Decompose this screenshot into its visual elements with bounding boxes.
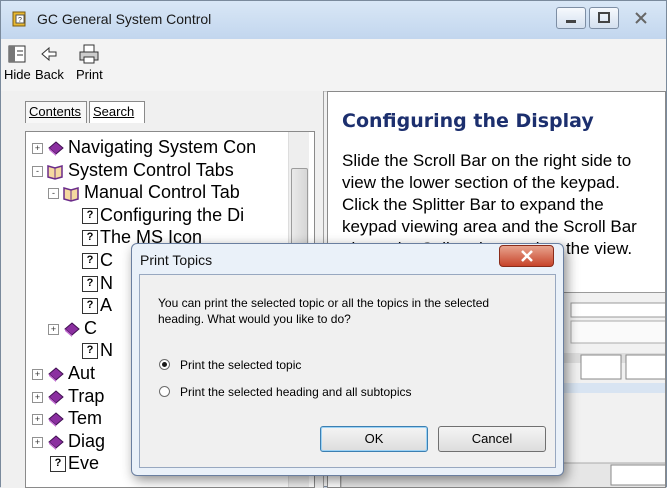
tree-item-label[interactable]: Manual Control Tab — [84, 181, 240, 203]
window-title: GC General System Control — [37, 11, 212, 27]
minimize-icon — [566, 20, 576, 23]
dialog-message: You can print the selected topic or all … — [158, 296, 490, 326]
tab-search[interactable]: Search — [89, 101, 145, 123]
back-button[interactable]: Back — [35, 43, 64, 82]
printer-icon — [79, 44, 99, 64]
back-arrow-icon — [41, 46, 57, 62]
closed-book-icon — [48, 412, 64, 428]
help-topic-icon: ? — [82, 275, 98, 292]
help-topic-icon: ? — [82, 230, 98, 247]
title-bar: ? GC General System Control — [1, 1, 666, 39]
tree-item-label[interactable]: Aut — [68, 362, 95, 384]
closed-book-icon — [64, 322, 80, 337]
print-topics-dialog: Print Topics You can print the selected … — [131, 243, 564, 476]
tree-expander[interactable]: + — [32, 369, 43, 380]
ok-button[interactable]: OK — [320, 426, 428, 452]
help-topic-icon: ? — [82, 343, 98, 360]
tree-expander[interactable]: + — [32, 391, 43, 403]
tree-item-label[interactable]: C — [100, 249, 113, 271]
tree-expander[interactable]: - — [32, 165, 43, 177]
cancel-button[interactable]: Cancel — [438, 426, 546, 452]
svg-text:?: ? — [18, 17, 22, 24]
hide-label: Hide — [4, 67, 31, 82]
hide-button[interactable]: Hide — [4, 43, 31, 82]
tree-expander[interactable]: + — [32, 414, 43, 426]
radio-label-topic: Print the selected topic — [180, 358, 302, 372]
tree-item-label[interactable]: Diag — [68, 430, 105, 452]
radio-label-heading: Print the selected heading and all subto… — [180, 385, 412, 399]
maximize-button[interactable] — [589, 7, 619, 29]
dialog-content: You can print the selected topic or all … — [139, 274, 556, 468]
tree-item-label[interactable]: N — [100, 272, 113, 294]
tree-item-label[interactable]: A — [100, 294, 112, 316]
tree-item-label[interactable]: Tem — [68, 407, 102, 429]
hide-pane-icon — [8, 45, 26, 63]
topic-title: Configuring the Display — [342, 110, 594, 132]
close-icon — [635, 12, 647, 24]
tree-item-label[interactable]: Eve — [68, 452, 99, 474]
radio-dot-selected — [159, 359, 170, 370]
radio-dot — [159, 386, 170, 397]
tab-contents[interactable]: Contents — [25, 101, 87, 123]
tree-expander[interactable]: + — [32, 143, 43, 154]
close-button[interactable] — [622, 7, 660, 29]
open-book-icon — [47, 164, 63, 180]
tree-item-label[interactable]: Trap — [68, 385, 104, 407]
print-button[interactable]: Print — [76, 43, 103, 82]
close-icon — [520, 250, 533, 262]
help-topic-icon: ? — [82, 253, 98, 269]
tree-item-label[interactable]: N — [100, 339, 113, 361]
tree-item-label[interactable]: System Control Tabs — [68, 159, 234, 181]
tree-expander[interactable]: + — [32, 436, 43, 448]
closed-book-icon — [48, 141, 64, 156]
help-topic-icon: ? — [82, 207, 98, 224]
tree-expander[interactable]: - — [48, 188, 59, 200]
closed-book-icon — [48, 389, 64, 405]
tree-item-label[interactable]: Navigating System Con — [68, 136, 256, 158]
help-topic-icon: ? — [50, 456, 66, 473]
open-book-icon — [63, 187, 79, 202]
minimize-button[interactable] — [556, 7, 586, 29]
dialog-close-button[interactable] — [499, 245, 554, 267]
tree-expander[interactable]: + — [48, 323, 59, 335]
tree-item-label[interactable]: Configuring the Di — [100, 204, 244, 226]
print-label: Print — [76, 67, 103, 82]
closed-book-icon — [48, 367, 64, 382]
dialog-title: Print Topics — [140, 252, 213, 268]
closed-book-icon — [48, 435, 64, 450]
help-topic-icon: ? — [82, 298, 98, 315]
tree-item-label[interactable]: C — [84, 317, 97, 339]
toolbar: Hide Back Print — [1, 39, 666, 92]
maximize-icon — [598, 12, 610, 23]
back-label: Back — [35, 67, 64, 82]
help-book-icon: ? — [12, 11, 26, 27]
